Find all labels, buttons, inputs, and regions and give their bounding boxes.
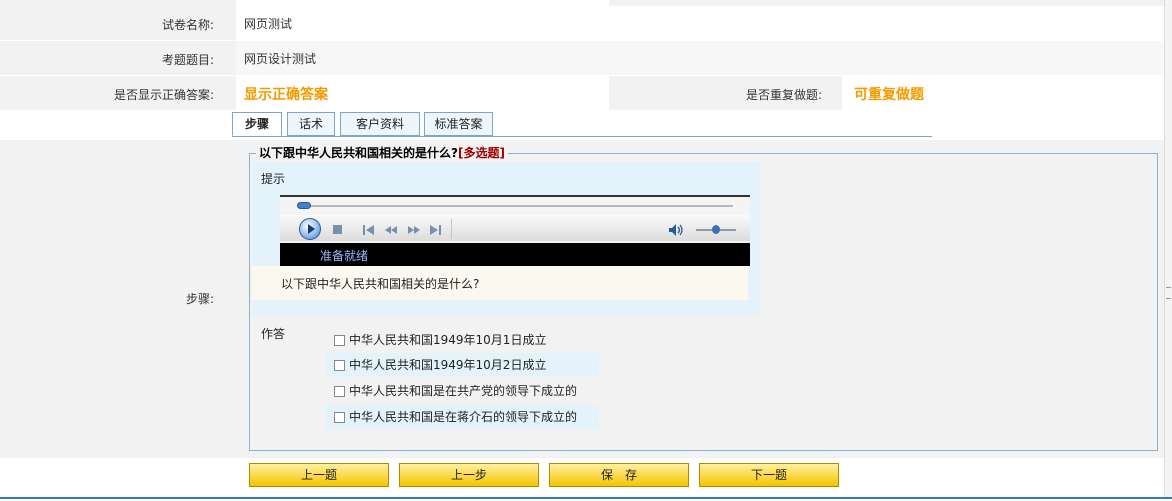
repeat-label: 是否重复做题:	[745, 88, 822, 102]
prev-question-button[interactable]: 上一题	[249, 463, 389, 487]
legend-question-type: [多选题]	[457, 146, 505, 160]
stop-icon[interactable]	[333, 225, 342, 234]
option-label: 中华人民共和国是在共产党的领导下成立的	[349, 384, 578, 398]
show-answer-value: 显示正确答案	[244, 87, 328, 103]
tab-strip-line	[232, 136, 932, 137]
option-3[interactable]: 中华人民共和国是在共产党的领导下成立的	[326, 379, 577, 403]
rewind-icon[interactable]	[383, 224, 399, 236]
show-answer-label: 是否显示正确答案:	[113, 88, 214, 102]
save-button[interactable]: 保 存	[549, 463, 689, 487]
question-legend: 以下跟中华人民共和国相关的是什么?[多选题]	[256, 144, 508, 161]
volume-thumb[interactable]	[712, 225, 720, 234]
next-question-button[interactable]: 下一题	[699, 463, 839, 487]
question-title-row: 考题题目: 网页设计测试	[0, 41, 1164, 75]
hint-label: 提示	[261, 172, 286, 186]
option-label: 中华人民共和国1949年10月1日成立	[349, 333, 547, 347]
bottom-border	[0, 497, 1172, 499]
seek-thumb[interactable]	[297, 202, 311, 209]
option-label: 中华人民共和国1949年10月2日成立	[349, 358, 547, 372]
scrollbar-grip[interactable]	[1166, 287, 1171, 299]
option-checkbox[interactable]	[334, 360, 345, 371]
exam-name-value-cell	[236, 6, 1164, 40]
scrollbar[interactable]	[1164, 0, 1172, 497]
question-title-value-cell	[236, 41, 1164, 75]
steps-label: 步骤:	[185, 292, 214, 306]
question-title-value: 网页设计测试	[244, 52, 317, 66]
answer-settings-row: 是否显示正确答案: 显示正确答案 是否重复做题: 可重复做题	[0, 76, 1164, 110]
option-4[interactable]: 中华人民共和国是在蒋介石的领导下成立的	[326, 405, 599, 429]
next-track-icon[interactable]	[428, 224, 442, 236]
question-text: 以下跟中华人民共和国相关的是什么?	[281, 277, 480, 291]
fast-forward-icon[interactable]	[406, 224, 422, 236]
previous-track-icon[interactable]	[362, 224, 376, 236]
media-player: 准备就绪	[280, 195, 750, 266]
volume-icon[interactable]	[668, 223, 684, 237]
option-checkbox[interactable]	[334, 386, 345, 397]
tab-script[interactable]: 话术	[287, 112, 335, 136]
legend-text: 以下跟中华人民共和国相关的是什么?	[259, 146, 458, 160]
controls-separator	[451, 219, 452, 239]
tab-standard-answer[interactable]: 标准答案	[424, 112, 493, 136]
tab-customer-info[interactable]: 客户资料	[340, 112, 420, 136]
player-status-text: 准备就绪	[320, 249, 369, 263]
prev-step-button[interactable]: 上一步	[399, 463, 539, 487]
exam-name-value: 网页测试	[244, 17, 293, 31]
option-label: 中华人民共和国是在蒋介石的领导下成立的	[349, 410, 578, 424]
option-checkbox[interactable]	[334, 412, 345, 423]
tab-steps[interactable]: 步骤	[232, 112, 282, 136]
exam-name-label: 试卷名称:	[161, 18, 214, 32]
option-1[interactable]: 中华人民共和国1949年10月1日成立	[326, 328, 546, 352]
exam-name-row: 试卷名称: 网页测试	[0, 6, 1164, 40]
option-2[interactable]: 中华人民共和国1949年10月2日成立	[326, 353, 599, 377]
question-title-label: 考题题目:	[161, 53, 214, 67]
answer-label: 作答	[261, 327, 286, 341]
play-icon[interactable]	[299, 218, 321, 240]
repeat-value: 可重复做题	[854, 87, 924, 103]
option-checkbox[interactable]	[334, 335, 345, 346]
seek-track[interactable]	[297, 205, 733, 207]
